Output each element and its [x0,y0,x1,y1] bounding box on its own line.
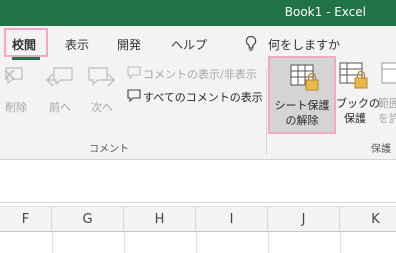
previous-comment-icon [46,67,73,87]
column-header-f[interactable]: F [0,207,52,232]
column-header-h[interactable]: H [124,207,196,232]
protect-group-label: 保護 [371,144,391,155]
next-comment-button[interactable]: 次へ [91,99,113,115]
protect-workbook-label-2: 保護 [344,112,366,125]
protect-workbook-button[interactable]: ブックの 保護 [336,62,380,134]
previous-comment-button[interactable]: 前へ [49,99,71,115]
column-header-g[interactable]: G [52,207,124,232]
grid-line [268,232,269,253]
tell-me-search[interactable]: 何をしますか [268,36,340,53]
title-bar: Book1 - Excel [0,0,396,26]
show-all-comments-icon [127,89,141,102]
ribbon-panel: 削除 前へ 次へ コメントの表示/非表示 すべてのコメントの表示 コメント シー… [0,56,396,160]
allow-ranges-label-1: 範囲 [378,97,396,110]
grid-line [196,232,197,253]
delete-comment-button[interactable]: 削除 [5,99,27,115]
group-divider [266,68,267,154]
ranges-icon [381,62,396,84]
lightbulb-icon [245,35,257,51]
ribbon-tab-bar: 校閲 表示 開発 ヘルプ 何をしますか [0,26,396,62]
sheet-lock-icon [290,64,319,91]
allow-ranges-label-2: を許 [378,112,396,125]
delete-comment-icon [4,67,23,85]
tab-developer[interactable]: 開発 [117,36,141,53]
active-tab-underline [12,57,40,60]
protect-workbook-label-1: ブックの [336,97,380,110]
tab-review[interactable]: 校閲 [12,36,36,53]
grid-line [52,232,53,253]
comment-group-label: コメント [89,144,129,155]
column-header-k[interactable]: K [340,207,396,232]
column-headers: F G H I J K [0,206,396,232]
show-hide-comment-icon [127,66,141,79]
next-comment-icon [88,67,115,87]
allow-edit-ranges-button[interactable]: 範囲 を許 [378,62,396,134]
grid-line [124,232,125,253]
tab-view[interactable]: 表示 [65,36,89,53]
workbook-lock-icon [339,62,368,89]
window-title: Book1 - Excel [284,5,366,19]
tab-help[interactable]: ヘルプ [171,36,207,53]
column-header-i[interactable]: I [196,207,268,232]
unprotect-sheet-label-1: シート保護 [274,99,330,112]
unprotect-sheet-label-2: の解除 [285,114,319,127]
show-hide-comment-button[interactable]: コメントの表示/非表示 [143,66,257,82]
grid-line [340,232,341,253]
show-all-comments-button[interactable]: すべてのコメントの表示 [143,89,263,105]
formula-bar-area[interactable] [0,161,396,203]
unprotect-sheet-button[interactable]: シート保護 の解除 [268,56,336,134]
column-header-j[interactable]: J [268,207,340,232]
